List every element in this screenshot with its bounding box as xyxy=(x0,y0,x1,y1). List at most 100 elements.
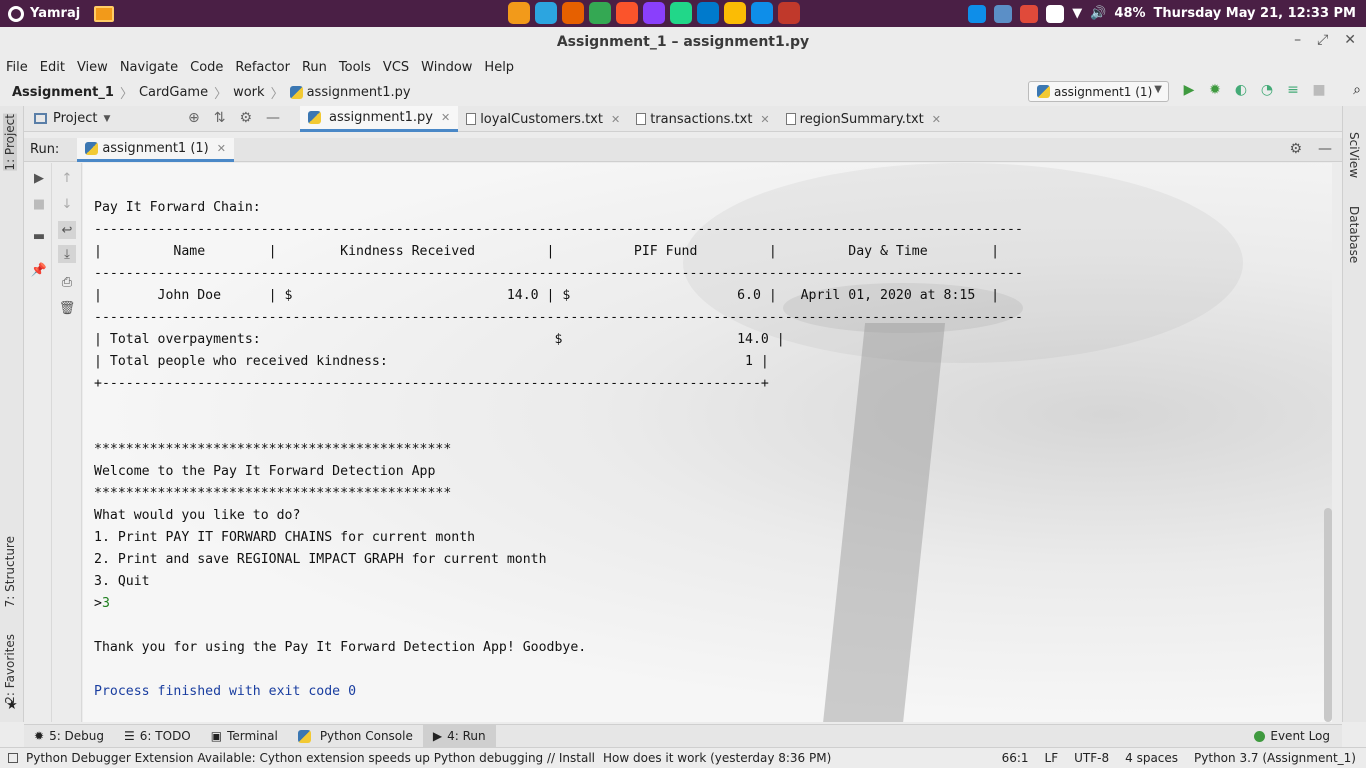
indent-setting[interactable]: 4 spaces xyxy=(1125,751,1178,765)
menu-navigate[interactable]: Navigate xyxy=(120,60,178,75)
scroll-to-end-icon[interactable]: ⤓ xyxy=(58,245,76,263)
menu-view[interactable]: View xyxy=(77,60,108,75)
chevron-right-icon: 〉 xyxy=(270,86,284,102)
tab-loyalcustomers-txt[interactable]: loyalCustomers.txt ✕ xyxy=(458,106,628,132)
file-encoding[interactable]: UTF-8 xyxy=(1074,751,1109,765)
hide-icon[interactable]: — xyxy=(1318,141,1332,157)
tab-debug[interactable]: ✹ 5: Debug xyxy=(24,725,114,748)
tab-regionsummary-txt[interactable]: regionSummary.txt ✕ xyxy=(778,106,949,132)
tab-assignment1-py[interactable]: assignment1.py ✕ xyxy=(300,106,459,132)
arrow-up-icon[interactable]: ↑ xyxy=(58,169,76,187)
locate-icon[interactable]: ⊕ xyxy=(188,110,200,126)
teamviewer-tray-icon[interactable] xyxy=(968,4,987,23)
hide-icon[interactable]: — xyxy=(266,110,280,126)
event-log-button[interactable]: Event Log xyxy=(1254,729,1330,743)
gear-icon[interactable]: ⚙ xyxy=(1289,141,1302,157)
notification-count-icon[interactable] xyxy=(994,4,1013,23)
caret-position[interactable]: 66:1 xyxy=(1002,751,1029,765)
breadcrumb-folder[interactable]: CardGame xyxy=(139,85,208,100)
telegram-icon[interactable] xyxy=(535,2,557,24)
stop-icon[interactable]: ■ xyxy=(1310,81,1328,99)
menu-vcs[interactable]: VCS xyxy=(383,60,409,75)
gear-icon[interactable]: ⚙ xyxy=(239,110,252,126)
stop-icon[interactable]: ■ xyxy=(30,195,48,213)
clock[interactable]: Thursday May 21, 12:33 PM xyxy=(1154,6,1356,21)
menu-refactor[interactable]: Refactor xyxy=(235,60,290,75)
line-separator[interactable]: LF xyxy=(1045,751,1059,765)
run-console[interactable]: Pay It Forward Chain: -------------------… xyxy=(83,163,1332,722)
menu-code[interactable]: Code xyxy=(190,60,223,75)
tab-favorites[interactable]: 2: Favorites xyxy=(3,634,17,704)
console-scrollbar[interactable] xyxy=(1324,508,1332,722)
chevron-right-icon: 〉 xyxy=(214,86,228,102)
chevron-down-icon[interactable]: ▼ xyxy=(103,114,110,124)
pycharm-icon[interactable] xyxy=(670,2,692,24)
menu-run[interactable]: Run xyxy=(302,60,327,75)
soft-wrap-icon[interactable]: ↩ xyxy=(58,221,76,239)
breadcrumb-file[interactable]: assignment1.py xyxy=(307,85,411,100)
collapse-icon[interactable]: ⇅ xyxy=(214,110,226,126)
chrome-icon-2[interactable] xyxy=(724,2,746,24)
coverage-icon[interactable]: ◐ xyxy=(1232,81,1250,99)
tab-python-console[interactable]: Python Console xyxy=(288,725,423,748)
tab-project[interactable]: 1: Project xyxy=(3,114,17,171)
files-icon[interactable] xyxy=(508,2,530,24)
status-message[interactable]: Python Debugger Extension Available: Cyt… xyxy=(26,751,595,765)
layout-icon[interactable]: ▬ xyxy=(30,227,48,245)
close-icon[interactable]: ✕ xyxy=(441,111,450,124)
console-line: 3. Quit xyxy=(94,574,150,589)
tab-run[interactable]: ▶ 4: Run xyxy=(422,724,496,748)
concurrency-icon[interactable]: ≡ xyxy=(1284,81,1302,99)
tab-sciview[interactable]: SciView xyxy=(1347,132,1361,178)
close-icon[interactable]: ✕ xyxy=(217,142,226,155)
tab-terminal[interactable]: ▣ Terminal xyxy=(201,725,288,748)
pin-icon[interactable]: 📌 xyxy=(30,261,48,279)
volume-icon[interactable]: 🔊 xyxy=(1090,6,1106,21)
document-viewer-icon[interactable] xyxy=(778,2,800,24)
python-interpreter[interactable]: Python 3.7 (Assignment_1) xyxy=(1194,751,1356,765)
breadcrumb-project[interactable]: Assignment_1 xyxy=(12,85,114,100)
chrome-icon[interactable] xyxy=(589,2,611,24)
run-tab[interactable]: assignment1 (1) ✕ xyxy=(77,137,234,162)
tab-structure[interactable]: 7: Structure xyxy=(3,536,17,607)
vscode-icon[interactable] xyxy=(697,2,719,24)
brave-icon[interactable] xyxy=(616,2,638,24)
tab-transactions-txt[interactable]: transactions.txt ✕ xyxy=(628,106,777,132)
git-icon[interactable] xyxy=(1020,4,1039,23)
run-icon[interactable]: ▶ xyxy=(1180,81,1198,99)
status-how[interactable]: How does it work (yesterday 8:36 PM) xyxy=(603,751,831,765)
maximize-icon[interactable]: ⤢ xyxy=(1317,32,1328,48)
star-icon: ★ xyxy=(6,698,18,713)
network-icon[interactable]: ▼ xyxy=(1072,6,1082,21)
shield-icon[interactable] xyxy=(1046,4,1065,23)
tool-window-toggle-icon[interactable] xyxy=(8,753,18,763)
project-panel-title[interactable]: Project xyxy=(53,111,97,126)
close-icon[interactable]: ✕ xyxy=(760,113,769,126)
menu-edit[interactable]: Edit xyxy=(40,60,65,75)
battery-level[interactable]: 48% xyxy=(1114,6,1145,21)
teamviewer-icon[interactable] xyxy=(751,2,773,24)
phpstorm-icon[interactable] xyxy=(643,2,665,24)
profile-icon[interactable]: ◔ xyxy=(1258,81,1276,99)
menu-window[interactable]: Window xyxy=(421,60,472,75)
menu-file[interactable]: File xyxy=(6,60,28,75)
menu-tools[interactable]: Tools xyxy=(339,60,371,75)
menu-help[interactable]: Help xyxy=(484,60,514,75)
close-icon[interactable]: ✕ xyxy=(1344,32,1356,48)
debug-icon[interactable]: ✹ xyxy=(1206,81,1224,99)
firefox-icon[interactable] xyxy=(562,2,584,24)
minimize-icon[interactable]: – xyxy=(1294,32,1301,48)
close-icon[interactable]: ✕ xyxy=(932,113,941,126)
breadcrumb-subfolder[interactable]: work xyxy=(233,85,264,100)
close-icon[interactable]: ✕ xyxy=(611,113,620,126)
tab-database[interactable]: Database xyxy=(1347,206,1361,263)
run-config-selector[interactable]: assignment1 (1) ▼ xyxy=(1028,81,1169,102)
search-icon[interactable]: ⌕ xyxy=(1348,81,1366,99)
tab-todo[interactable]: ☰ 6: TODO xyxy=(114,725,201,748)
folder-icon[interactable] xyxy=(94,5,115,22)
print-icon[interactable]: ⎙ xyxy=(58,273,76,291)
trash-icon[interactable]: 🗑 xyxy=(58,299,76,317)
rerun-icon[interactable]: ▶ xyxy=(30,169,48,187)
user-menu[interactable]: Yamraj xyxy=(0,5,80,22)
arrow-down-icon[interactable]: ↓ xyxy=(58,195,76,213)
